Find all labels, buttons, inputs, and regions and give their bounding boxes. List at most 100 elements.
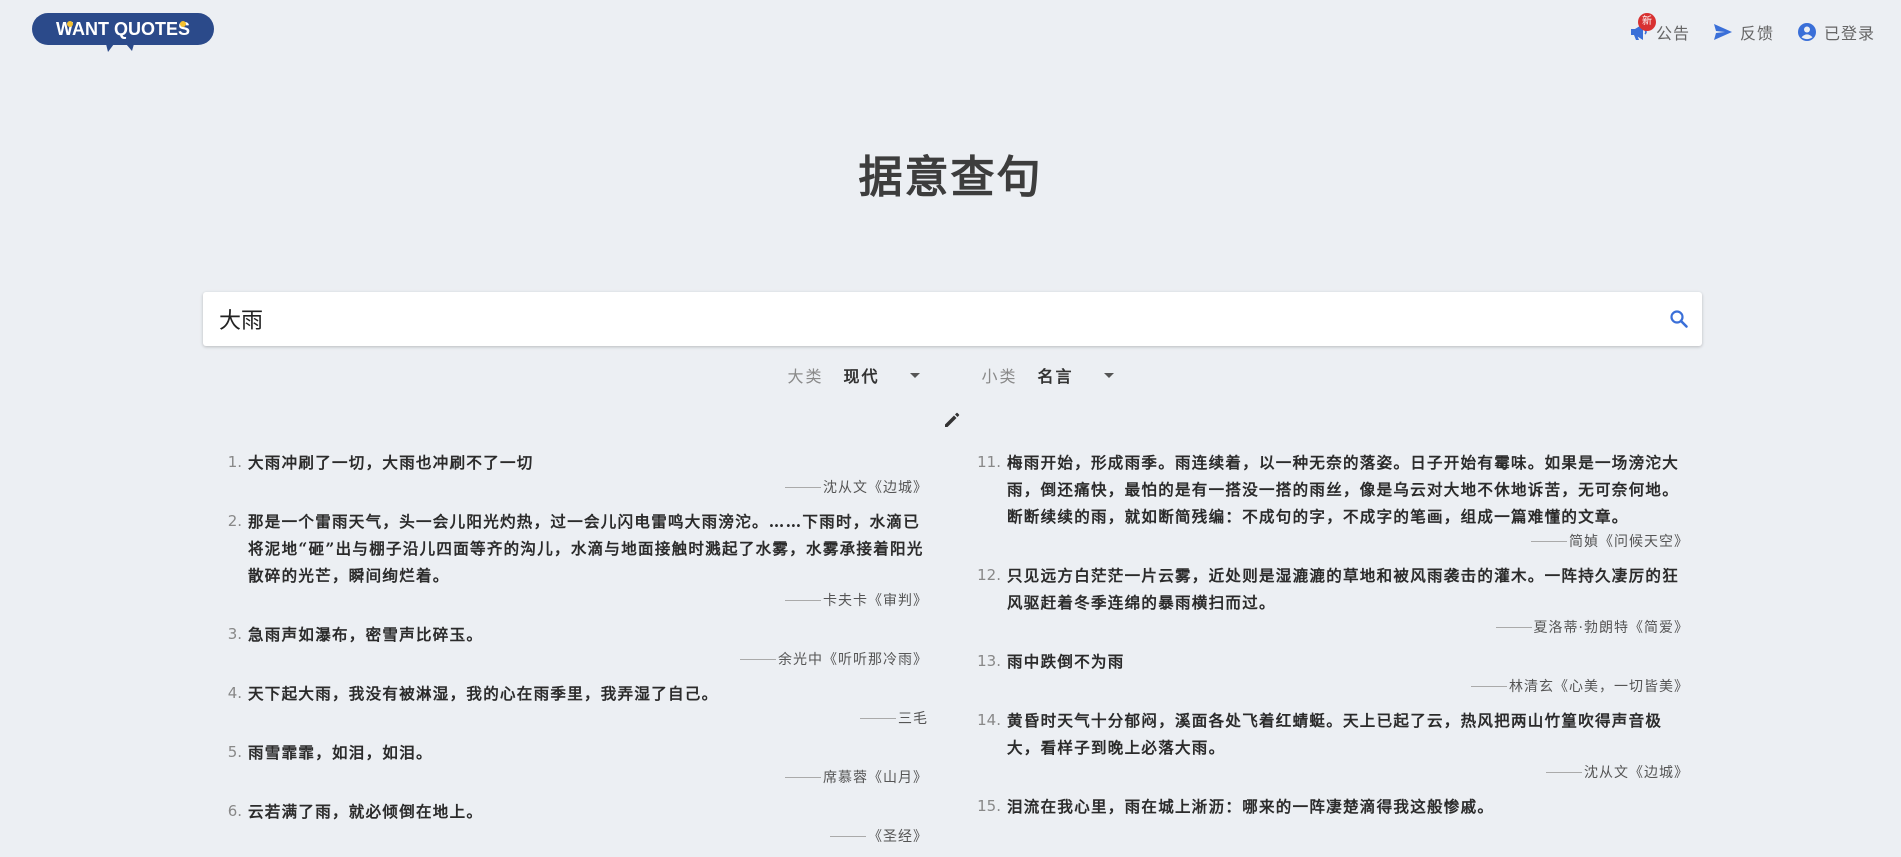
announcement-label: 公告: [1655, 24, 1690, 43]
quote-text[interactable]: 天下起大雨，我没有被淋湿，我的心在雨季里，我弄湿了自己。: [248, 680, 928, 707]
quote-text[interactable]: 只见远方白茫茫一片云雾，近处则是湿漉漉的草地和被风雨袭击的灌木。一阵持久凄厉的狂…: [1007, 562, 1689, 616]
quote-item: 11. 梅雨开始，形成雨季。雨连续着，以一种无奈的落姿。日子开始有霉味。如果是一场…: [977, 449, 1689, 560]
source-dash: [860, 717, 896, 719]
quote-source-text: 沈从文《边城》: [823, 480, 928, 496]
announcement-link[interactable]: 新 公告: [1628, 13, 1690, 44]
quote-text[interactable]: 云若满了雨，就必倾倒在地上。: [248, 798, 928, 825]
edit-button[interactable]: [942, 410, 962, 430]
quote-source: 余光中《听听那冷雨》: [248, 648, 928, 672]
quote-number: 14.: [977, 711, 1001, 729]
source-dash: [1546, 771, 1582, 773]
quote-source: 卡夫卡《审判》: [248, 589, 928, 613]
quote-list-left: 1. 大雨冲刷了一切，大雨也冲刷不了一切沈从文《边城》 2. 那是一个雷雨天气，头一会…: [218, 449, 928, 857]
quote-text[interactable]: 雨雪霏霏，如泪，如泪。: [248, 739, 928, 766]
category-value: 现代: [843, 367, 880, 386]
source-dash: [1531, 540, 1567, 542]
quote-number: 15.: [977, 797, 1001, 815]
quote-text[interactable]: 雨中跌倒不为雨: [1007, 648, 1689, 675]
quote-text[interactable]: 那是一个雷雨天气，头一会儿阳光灼热，过一会儿闪电雷鸣大雨滂沱。……下雨时，水滴已…: [248, 508, 928, 589]
source-dash: [785, 776, 821, 778]
quote-item: 14. 黄昏时天气十分郁闷，溪面各处飞着红蜻蜓。天上已起了云，热风把两山竹篁吹得声…: [977, 707, 1689, 791]
quote-body: 那是一个雷雨天气，头一会儿阳光灼热，过一会儿闪电雷鸣大雨滂沱。……下雨时，水滴已…: [248, 508, 928, 619]
quote-source-text: 沈从文《边城》: [1584, 765, 1689, 781]
quote-source-text: 卡夫卡《审判》: [823, 593, 928, 609]
quote-source: 三毛: [248, 707, 928, 731]
quote-source-text: 三毛: [898, 711, 928, 727]
quote-text[interactable]: 黄昏时天气十分郁闷，溪面各处飞着红蜻蜓。天上已起了云，热风把两山竹篁吹得声音极大…: [1007, 707, 1689, 761]
chevron-down-icon: [909, 372, 920, 378]
quote-text[interactable]: 梅雨开始，形成雨季。雨连续着，以一种无奈的落姿。日子开始有霉味。如果是一场滂沱大…: [1007, 449, 1689, 530]
search-icon: [1670, 310, 1688, 328]
quote-body: 天下起大雨，我没有被淋湿，我的心在雨季里，我弄湿了自己。三毛: [248, 680, 928, 737]
logo-graphic: WANT QUOTES: [32, 13, 214, 52]
quote-body: 雨中跌倒不为雨林清玄《心美，一切皆美》: [1007, 648, 1689, 705]
logo-text: WANT QUOTES: [56, 19, 190, 39]
search-input[interactable]: [203, 292, 1656, 346]
quote-number: 4.: [227, 684, 242, 702]
quote-item: 5. 雨雪霏霏，如泪，如泪。 席慕蓉《山月》: [218, 739, 928, 796]
source-dash: [740, 658, 776, 660]
subcategory-select[interactable]: 小类 名言: [982, 363, 1114, 387]
new-badge: 新: [1637, 13, 1656, 31]
quote-number: 12.: [977, 566, 1001, 584]
search-button[interactable]: [1656, 292, 1702, 346]
quote-body: 大雨冲刷了一切，大雨也冲刷不了一切沈从文《边城》: [248, 449, 928, 506]
quote-body: 梅雨开始，形成雨季。雨连续着，以一种无奈的落姿。日子开始有霉味。如果是一场滂沱大…: [1007, 449, 1689, 560]
quote-number: 2.: [227, 512, 242, 530]
chevron-down-icon: [1103, 372, 1114, 378]
category-label: 大类: [787, 367, 824, 386]
quote-item: 4. 天下起大雨，我没有被淋湿，我的心在雨季里，我弄湿了自己。三毛: [218, 680, 928, 737]
quote-number: 13.: [977, 652, 1001, 670]
quote-text[interactable]: 泪流在我心里，雨在城上淅沥：哪来的一阵凄楚滴得我这般惨戚。: [1007, 793, 1689, 820]
source-dash: [1495, 626, 1532, 628]
filters: 大类 现代 小类 名言: [0, 363, 1901, 387]
quote-source: 沈从文《边城》: [248, 476, 928, 500]
pencil-icon: [945, 412, 960, 427]
quote-source: 沈从文《边城》: [1007, 761, 1689, 785]
quote-item: 2. 那是一个雷雨天气，头一会儿阳光灼热，过一会儿闪电雷鸣大雨滂沱。……下雨时，水…: [218, 508, 928, 619]
quote-source-text: 简媜《问候天空》: [1569, 534, 1689, 550]
quote-source: 席慕蓉《山月》: [248, 766, 928, 790]
subcategory-value: 名言: [1037, 367, 1074, 386]
quote-body: 雨雪霏霏，如泪，如泪。席慕蓉《山月》: [248, 739, 928, 796]
megaphone-icon: 新: [1628, 13, 1656, 43]
quote-source: 简媜《问候天空》: [1007, 530, 1689, 554]
quote-body: 云若满了雨，就必倾倒在地上。《圣经》: [248, 798, 928, 855]
quote-source-text: 夏洛蒂·勃朗特《简爱》: [1533, 620, 1689, 636]
quote-text[interactable]: 急雨声如瀑布，密雪声比碎玉。: [248, 621, 928, 648]
quote-source-text: 林清玄《心美，一切皆美》: [1509, 679, 1689, 695]
quote-body: 泪流在我心里，雨在城上淅沥：哪来的一阵凄楚滴得我这般惨戚。: [1007, 793, 1689, 820]
quote-source-text: 席慕蓉《山月》: [823, 770, 928, 786]
quote-source: 林清玄《心美，一切皆美》: [1007, 675, 1689, 699]
quote-body: 黄昏时天气十分郁闷，溪面各处飞着红蜻蜓。天上已起了云，热风把两山竹篁吹得声音极大…: [1007, 707, 1689, 791]
quote-source-text: 余光中《听听那冷雨》: [778, 652, 928, 668]
quote-item: 12. 只见远方白茫茫一片云雾，近处则是湿漉漉的草地和被风雨袭击的灌木。一阵持久凄…: [977, 562, 1689, 646]
quote-number: 6.: [227, 802, 242, 820]
feedback-label: 反馈: [1739, 24, 1774, 43]
quote-number: 1.: [227, 453, 242, 471]
quote-item: 6. 云若满了雨，就必倾倒在地上。《圣经》: [218, 798, 928, 855]
subcategory-label: 小类: [981, 367, 1018, 386]
quote-source: 《圣经》: [248, 825, 928, 849]
logo[interactable]: WANT QUOTES: [32, 13, 214, 52]
quote-source-text: 《圣经》: [868, 829, 928, 845]
quote-item: 13. 雨中跌倒不为雨林清玄《心美，一切皆美》: [977, 648, 1689, 705]
quote-number: 11.: [977, 453, 1001, 471]
quote-source: 夏洛蒂·勃朗特《简爱》: [1007, 616, 1689, 640]
quote-body: 急雨声如瀑布，密雪声比碎玉。余光中《听听那冷雨》: [248, 621, 928, 678]
source-dash: [785, 599, 821, 601]
feedback-link[interactable]: 反馈: [1712, 20, 1774, 44]
send-icon: [1712, 21, 1734, 43]
top-nav: 新 公告 反馈 已登录: [1628, 13, 1875, 44]
account-link[interactable]: 已登录: [1796, 20, 1875, 44]
source-dash: [785, 486, 821, 488]
quote-number: 3.: [227, 625, 242, 643]
quote-item: 3. 急雨声如瀑布，密雪声比碎玉。余光中《听听那冷雨》: [218, 621, 928, 678]
source-dash: [1471, 685, 1507, 687]
source-dash: [830, 835, 866, 837]
account-circle-icon: [1796, 21, 1818, 43]
quote-text[interactable]: 大雨冲刷了一切，大雨也冲刷不了一切: [248, 449, 928, 476]
account-label: 已登录: [1823, 24, 1875, 43]
search-box: [203, 292, 1702, 346]
category-select[interactable]: 大类 现代: [787, 363, 920, 387]
